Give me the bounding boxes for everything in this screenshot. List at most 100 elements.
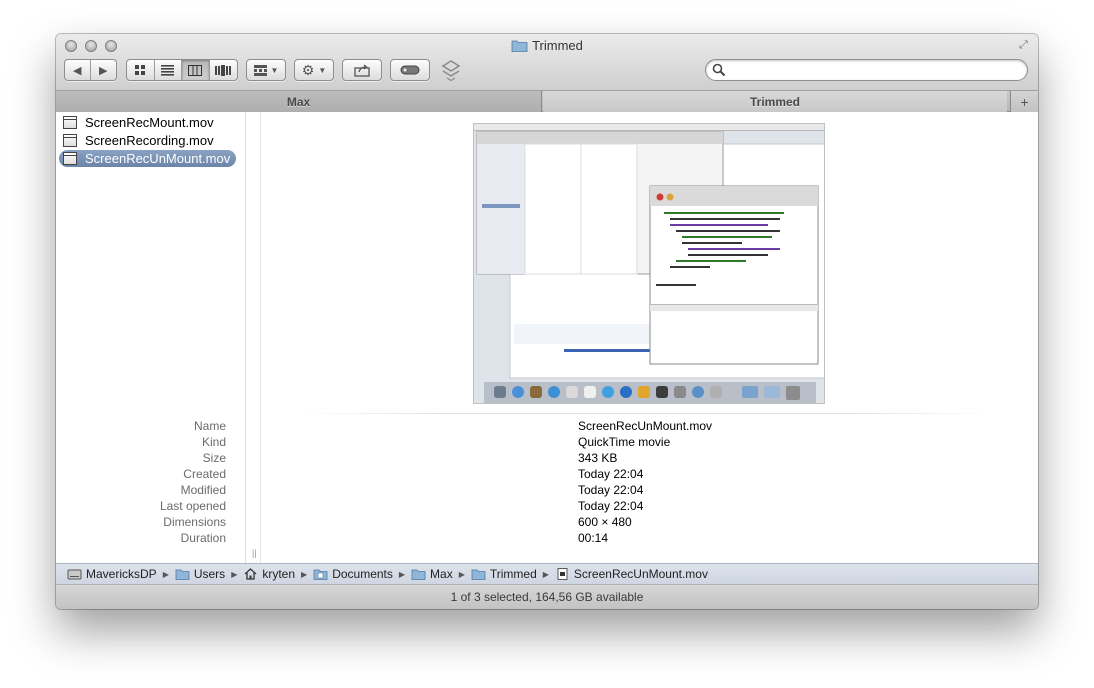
chevron-right-icon: ▶ (301, 569, 308, 579)
path-item-kryten[interactable]: kryten (243, 567, 295, 581)
forward-button[interactable]: ▶ (91, 60, 116, 80)
share-button[interactable] (342, 59, 382, 81)
file-item-selected[interactable]: ScreenRecUnMount.mov (59, 150, 237, 167)
tags-button[interactable] (390, 59, 430, 81)
column-resize-handle[interactable]: || (252, 548, 257, 558)
path-item-mavericksdp[interactable]: MavericksDP (67, 567, 157, 581)
folder-icon (411, 569, 426, 580)
dropbox-icon[interactable] (439, 58, 463, 82)
status-bar: 1 of 3 selected, 164,56 GB available (56, 585, 1038, 609)
search-icon (712, 63, 726, 77)
arrange-icon (253, 64, 267, 76)
toolbar: Trimmed ⤢ ◀ ▶ ▼ ⚙ ▼ (56, 34, 1038, 90)
back-button[interactable]: ◀ (65, 60, 91, 80)
preview-thumbnail (474, 124, 824, 403)
movie-file-icon (557, 568, 568, 580)
back-forward-control: ◀ ▶ (64, 59, 117, 81)
info-value: Today 22:04 (578, 467, 644, 481)
column-view-icon (188, 64, 203, 76)
search-input[interactable] (730, 62, 1020, 78)
info-label: Last opened (159, 499, 226, 513)
file-name: ScreenRecUnMount.mov (85, 151, 231, 166)
movie-file-icon (63, 116, 77, 129)
window-title-label: Trimmed (532, 38, 583, 53)
movie-file-icon (63, 134, 77, 147)
info-label: Duration (180, 531, 226, 545)
path-bar: MavericksDP ▶ Users ▶ kryten ▶ Documents… (56, 563, 1038, 585)
path-item-file[interactable]: ScreenRecUnMount.mov (555, 567, 708, 581)
folder-icon (511, 40, 528, 52)
list-view-icon (161, 64, 175, 76)
info-label: Modified (180, 483, 226, 497)
finder-window: Trimmed ⤢ ◀ ▶ ▼ ⚙ ▼ Max Trimmed + Screen… (56, 34, 1038, 609)
file-name: ScreenRecording.mov (85, 133, 214, 148)
icon-view-icon (135, 65, 146, 75)
fullscreen-icon[interactable]: ⤢ (1019, 39, 1032, 52)
tab-trimmed[interactable]: Trimmed (543, 91, 1007, 112)
file-item[interactable]: ScreenRecMount.mov (59, 114, 220, 131)
home-icon (244, 568, 257, 580)
tab-label: Trimmed (749, 94, 800, 109)
share-icon (354, 63, 370, 77)
path-label: ScreenRecUnMount.mov (573, 567, 708, 581)
chevron-right-icon: ▶ (398, 569, 406, 579)
info-value: 00:14 (578, 531, 609, 545)
cover-flow-button[interactable] (210, 60, 237, 80)
chevron-down-icon: ▼ (270, 65, 279, 75)
list-view-button[interactable] (155, 60, 182, 80)
file-name: ScreenRecMount.mov (85, 115, 214, 130)
folder-icon (175, 569, 190, 580)
info-value: ScreenRecUnMount.mov (578, 419, 713, 433)
info-label: Name (193, 419, 226, 433)
info-label: Kind (201, 435, 226, 449)
info-label: Size (202, 451, 226, 465)
new-tab-button[interactable]: + (1010, 91, 1038, 112)
divider (301, 413, 991, 414)
empty-column (247, 112, 261, 563)
info-label: Dimensions (163, 515, 226, 529)
tab-bar: Max Trimmed + (56, 90, 1038, 112)
path-item-trimmed[interactable]: Trimmed (471, 567, 537, 581)
hard-drive-icon (67, 569, 82, 580)
movie-preview[interactable] (473, 123, 825, 404)
info-value: 600 × 480 (578, 515, 632, 529)
info-value: Today 22:04 (578, 483, 644, 497)
info-value: 343 KB (578, 451, 618, 465)
window-title: Trimmed (56, 38, 1038, 53)
view-mode-control (126, 59, 238, 81)
column-view-button[interactable] (182, 60, 210, 80)
path-item-documents[interactable]: Documents (313, 567, 393, 581)
info-label: Created (183, 467, 226, 481)
gear-icon: ⚙ (301, 61, 315, 78)
chevron-right-icon: ▶ (542, 569, 549, 579)
path-label: Max (430, 567, 453, 581)
path-label: kryten (262, 567, 296, 581)
tab-max[interactable]: Max (56, 91, 542, 112)
icon-view-button[interactable] (127, 60, 155, 80)
path-item-max[interactable]: Max (411, 567, 453, 581)
action-button[interactable]: ⚙ ▼ (294, 59, 334, 81)
chevron-down-icon: ▼ (318, 65, 327, 75)
path-label: MavericksDP (86, 567, 157, 581)
path-label: Documents (332, 567, 393, 581)
documents-folder-icon (313, 569, 328, 580)
status-text: 1 of 3 selected, 164,56 GB available (450, 590, 644, 604)
cover-flow-icon (215, 64, 232, 76)
path-label: Users (193, 567, 226, 581)
chevron-right-icon: ▶ (458, 569, 465, 579)
chevron-right-icon: ▶ (162, 569, 169, 579)
path-item-users[interactable]: Users (175, 567, 225, 581)
search-field[interactable] (705, 59, 1028, 81)
plus-icon: + (1020, 93, 1029, 110)
folder-icon (471, 569, 486, 580)
path-label: Trimmed (489, 567, 537, 581)
info-value: QuickTime movie (578, 435, 671, 449)
tag-icon (400, 65, 420, 75)
file-item[interactable]: ScreenRecording.mov (59, 132, 220, 149)
tab-label: Max (286, 94, 311, 109)
column-browser: ScreenRecMount.mov ScreenRecording.mov S… (56, 112, 1038, 563)
chevron-right-icon: ▶ (231, 569, 238, 579)
arrange-button[interactable]: ▼ (246, 59, 286, 81)
movie-file-icon (63, 152, 77, 165)
info-value: Today 22:04 (578, 499, 644, 513)
